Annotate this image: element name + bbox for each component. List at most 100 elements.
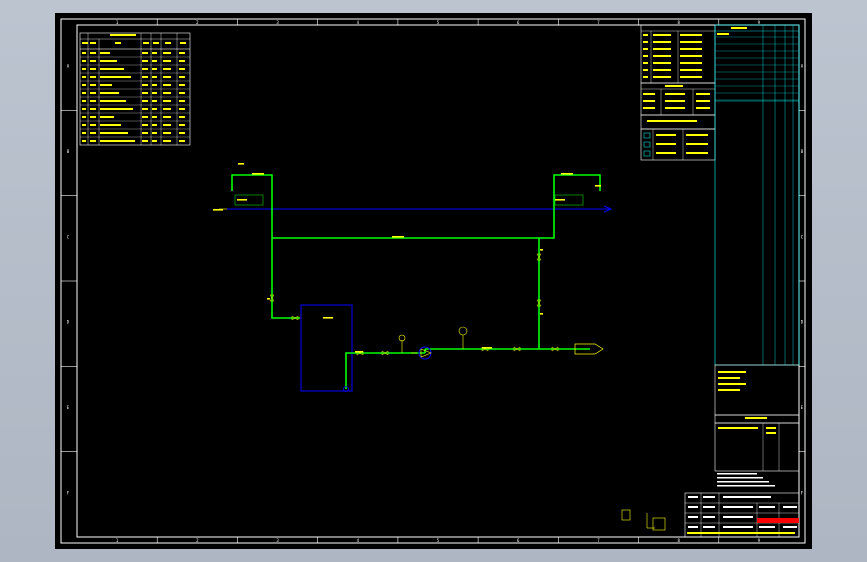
parts-cell-mark bbox=[82, 84, 86, 86]
parts-cell-mark bbox=[152, 132, 157, 134]
parts-cell-mark bbox=[82, 108, 86, 110]
parts-cell-mark bbox=[100, 100, 126, 102]
parts-cell-mark bbox=[163, 100, 171, 102]
parts-cell-mark bbox=[179, 140, 185, 142]
rev-note-mark bbox=[717, 477, 763, 479]
rev-mark bbox=[718, 377, 740, 379]
note-mark bbox=[643, 62, 648, 64]
title-block-mark bbox=[687, 532, 795, 534]
parts-cell-mark bbox=[82, 100, 86, 102]
parts-cell-mark bbox=[152, 100, 157, 102]
title-block-mark bbox=[688, 496, 698, 498]
note-mark bbox=[653, 41, 671, 43]
parts-header-mark bbox=[153, 42, 159, 44]
rev-mark bbox=[718, 389, 740, 391]
rev-note-mark bbox=[717, 485, 775, 487]
parts-cell-mark bbox=[82, 132, 86, 134]
parts-cell-mark bbox=[142, 60, 148, 62]
parts-cell-mark bbox=[100, 140, 135, 142]
line-tag bbox=[392, 236, 404, 238]
cad-viewport[interactable]: 112233445566778899AABBCCDDEEFF bbox=[0, 0, 867, 562]
parts-cell-mark bbox=[90, 92, 96, 94]
title-block-mark bbox=[703, 516, 715, 518]
parts-header-mark bbox=[143, 42, 149, 44]
parts-cell-mark bbox=[163, 92, 171, 94]
line-tag bbox=[252, 173, 264, 175]
note-mark bbox=[643, 69, 648, 71]
parts-cell-mark bbox=[100, 60, 117, 62]
note-mark bbox=[686, 152, 708, 154]
note-mark bbox=[653, 62, 671, 64]
parts-cell-mark bbox=[82, 68, 86, 70]
parts-cell-mark bbox=[179, 116, 185, 118]
parts-cell-mark bbox=[152, 52, 157, 54]
title-block-mark bbox=[703, 496, 715, 498]
line-tag bbox=[555, 199, 565, 201]
parts-cell-mark bbox=[163, 116, 171, 118]
note-mark bbox=[643, 93, 655, 95]
note-mark bbox=[696, 93, 710, 95]
parts-cell-mark bbox=[179, 92, 185, 94]
parts-cell-mark bbox=[142, 52, 148, 54]
parts-cell-mark bbox=[142, 76, 148, 78]
rev-mark bbox=[718, 427, 758, 429]
title-block-mark bbox=[723, 526, 753, 528]
parts-cell-mark bbox=[142, 68, 148, 70]
parts-cell-mark bbox=[90, 108, 96, 110]
line-tag bbox=[213, 209, 223, 211]
note-mark bbox=[643, 100, 655, 102]
note-mark bbox=[643, 55, 648, 57]
parts-cell-mark bbox=[163, 68, 171, 70]
note-mark bbox=[680, 62, 702, 64]
title-block-mark bbox=[688, 506, 698, 508]
parts-cell-mark bbox=[90, 76, 96, 78]
line-tag bbox=[267, 298, 270, 300]
parts-title-mark bbox=[110, 34, 136, 36]
note-mark bbox=[680, 69, 702, 71]
title-block-mark bbox=[759, 526, 775, 528]
line-tag bbox=[355, 351, 363, 353]
parts-cell-mark bbox=[179, 132, 185, 134]
note-mark bbox=[653, 48, 671, 50]
title-block-mark bbox=[723, 496, 771, 498]
parts-cell-mark bbox=[152, 108, 157, 110]
parts-cell-mark bbox=[163, 108, 171, 110]
note-mark bbox=[680, 34, 702, 36]
parts-cell-mark bbox=[152, 124, 157, 126]
parts-cell-mark bbox=[90, 124, 96, 126]
parts-header-mark bbox=[165, 42, 171, 44]
title-block-mark bbox=[723, 516, 753, 518]
note-mark bbox=[665, 107, 685, 109]
parts-cell-mark bbox=[82, 92, 86, 94]
parts-cell-mark bbox=[100, 124, 121, 126]
parts-cell-mark bbox=[163, 52, 171, 54]
title-block-mark bbox=[703, 506, 715, 508]
line-tag bbox=[237, 199, 247, 201]
parts-cell-mark bbox=[82, 76, 86, 78]
note-mark bbox=[680, 76, 702, 78]
parts-cell-mark bbox=[142, 84, 148, 86]
parts-cell-mark bbox=[179, 124, 185, 126]
parts-cell-mark bbox=[82, 124, 86, 126]
title-block-mark bbox=[703, 526, 715, 528]
parts-cell-mark bbox=[142, 140, 148, 142]
parts-cell-mark bbox=[142, 100, 148, 102]
title-block-mark bbox=[688, 526, 698, 528]
note-mark bbox=[653, 55, 671, 57]
parts-cell-mark bbox=[100, 132, 128, 134]
parts-cell-mark bbox=[142, 132, 148, 134]
note-mark bbox=[643, 76, 648, 78]
parts-cell-mark bbox=[179, 76, 185, 78]
rev-note-mark bbox=[717, 473, 757, 475]
note-mark bbox=[647, 120, 697, 122]
parts-cell-mark bbox=[179, 84, 185, 86]
note-mark bbox=[686, 134, 708, 136]
line-tag bbox=[482, 347, 492, 349]
drawing-sheet[interactable]: 112233445566778899AABBCCDDEEFF bbox=[55, 13, 812, 549]
parts-cell-mark bbox=[90, 68, 96, 70]
parts-cell-mark bbox=[152, 68, 157, 70]
parts-cell-mark bbox=[90, 52, 96, 54]
parts-cell-mark bbox=[90, 132, 96, 134]
parts-cell-mark bbox=[100, 76, 131, 78]
parts-cell-mark bbox=[179, 60, 185, 62]
